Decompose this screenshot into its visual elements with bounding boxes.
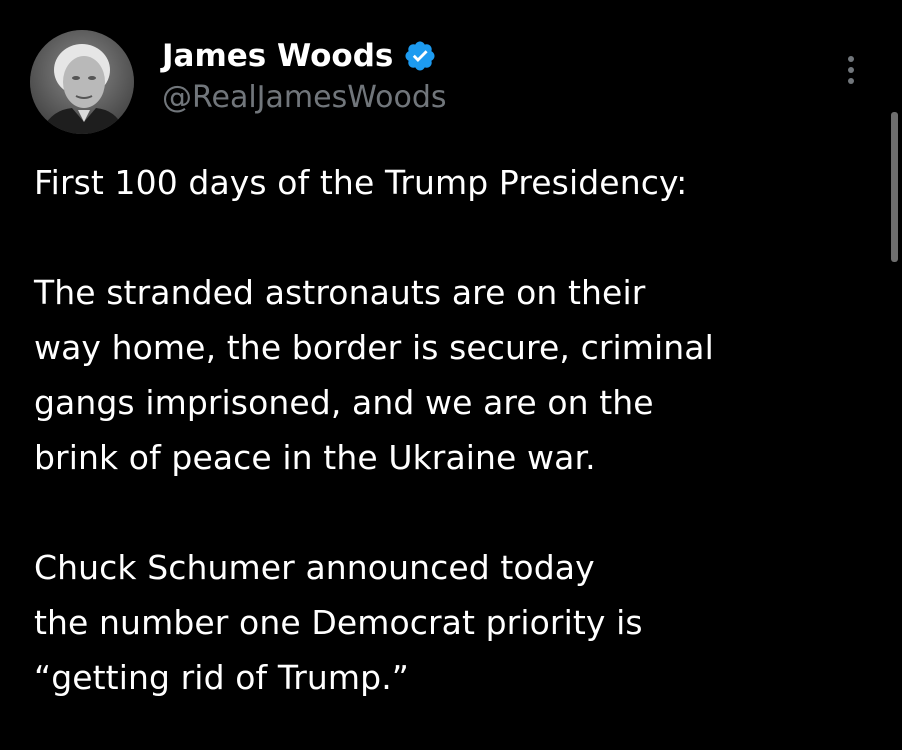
tweet-paragraph: First 100 days of the Trump Presidency: bbox=[34, 163, 688, 202]
author-handle[interactable]: @RealJamesWoods bbox=[162, 80, 447, 115]
verified-badge-icon bbox=[403, 39, 437, 73]
tweet-body: First 100 days of the Trump Presidency: … bbox=[34, 155, 874, 705]
scrollbar[interactable] bbox=[891, 112, 898, 262]
tweet-card: James Woods @RealJamesWoods First 100 da… bbox=[0, 0, 902, 750]
author-display-name[interactable]: James Woods bbox=[162, 38, 393, 74]
more-dot bbox=[848, 56, 854, 62]
more-dot bbox=[848, 78, 854, 84]
more-options-icon[interactable] bbox=[836, 50, 866, 90]
tweet-paragraph: The stranded astronauts are on their way… bbox=[34, 273, 714, 477]
avatar[interactable] bbox=[30, 30, 134, 134]
tweet-paragraph: Chuck Schumer announced today the number… bbox=[34, 548, 643, 697]
author-name-row: James Woods bbox=[162, 33, 437, 79]
avatar-image bbox=[30, 30, 134, 134]
more-dot bbox=[848, 67, 854, 73]
